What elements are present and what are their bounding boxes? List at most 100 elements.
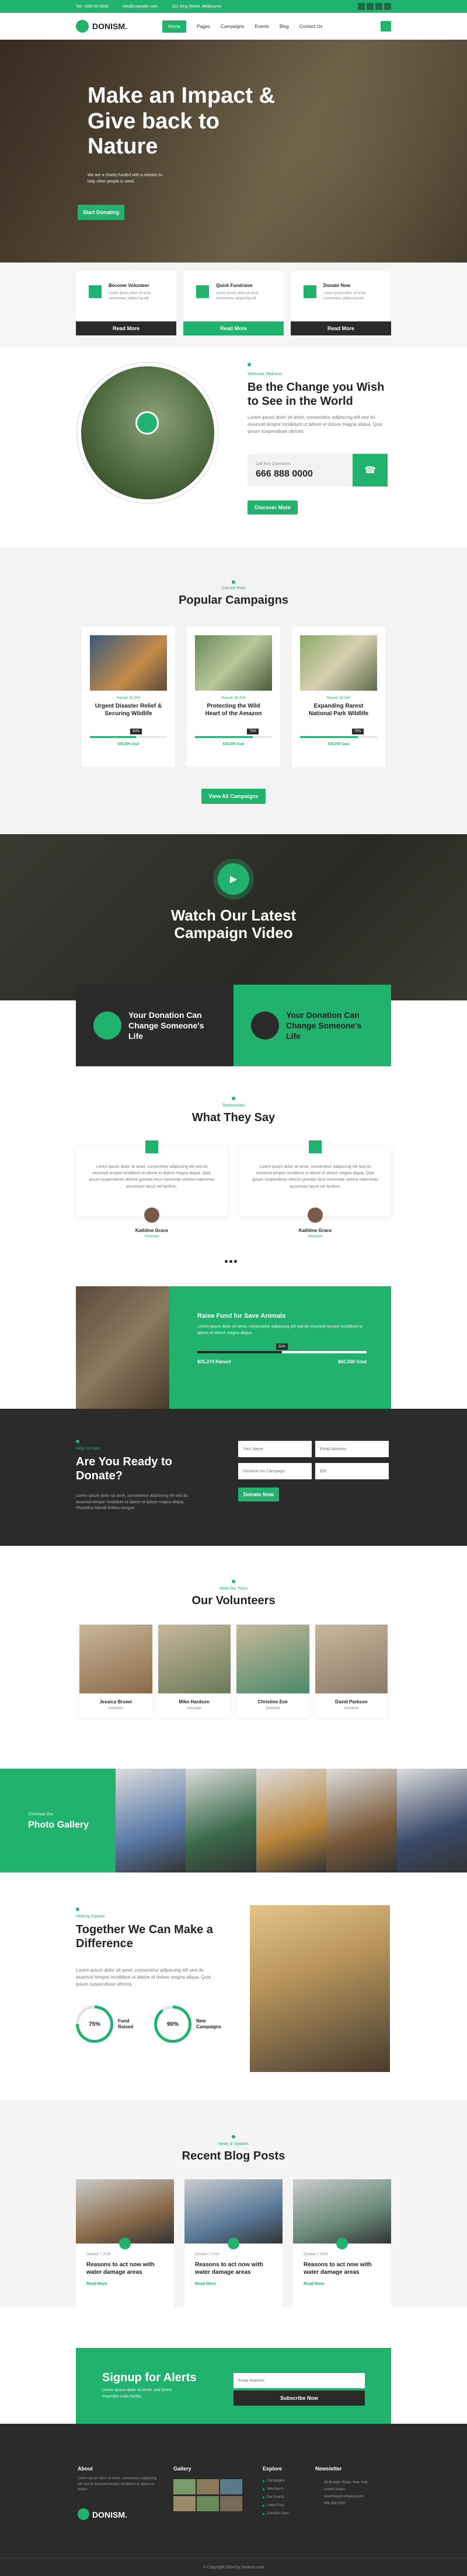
- about-tag: Welcome Wellness: [248, 372, 283, 376]
- read-more-button[interactable]: Read More: [76, 321, 176, 335]
- campaign-badge: 60%: [130, 729, 142, 734]
- campaign-title[interactable]: Urgent Disaster Relief & Securing Wildli…: [95, 702, 162, 726]
- testimonial-role: Volunteer: [144, 1235, 159, 1238]
- section-dot: [76, 1908, 79, 1911]
- avatar: [306, 1206, 325, 1224]
- stat-value: 75%: [79, 2008, 110, 2040]
- footer-explore-title: Explore: [263, 2466, 283, 2472]
- search-icon[interactable]: [381, 21, 391, 32]
- difference-text: Lorem ipsum dolor sit amet, consectetur …: [76, 1968, 211, 1987]
- footer-gallery-thumb[interactable]: [220, 2496, 242, 2511]
- blog-card[interactable]: October 7 2024 Reasons to act now with wa…: [293, 2179, 391, 2308]
- footer-gallery-thumb[interactable]: [173, 2496, 196, 2511]
- footer-explore-link[interactable]: Campaigns: [263, 2479, 321, 2483]
- footer-about-text: Lorem ipsum dolor sit amet, consectetur …: [78, 2477, 157, 2492]
- linkedin-icon[interactable]: [384, 3, 391, 10]
- copyright: © Copyright 2024 by Donism.com: [203, 2566, 264, 2570]
- play-icon[interactable]: ▶: [218, 863, 249, 895]
- gallery-title: Photo Gallery: [28, 1820, 89, 1830]
- nav-item-0[interactable]: Home: [162, 20, 187, 33]
- volunteers-tag: Meet Our Team: [219, 1587, 248, 1591]
- volunteer-card[interactable]: David Parkson Volunteer: [315, 1625, 388, 1718]
- gallery-photo[interactable]: [186, 1769, 256, 1873]
- footer-about-title: About: [78, 2466, 93, 2472]
- nav-item-3[interactable]: Events: [255, 24, 269, 29]
- read-more-button[interactable]: Read More: [291, 321, 391, 335]
- footer-explore-link[interactable]: Our Events: [263, 2496, 321, 2499]
- volunteer-card[interactable]: Jessica Brown Volunteer: [79, 1625, 152, 1718]
- section-dot: [248, 363, 251, 366]
- stat-item: 90% New Campaigns: [154, 1998, 221, 2050]
- blog-post-title[interactable]: Reasons to act now with water damage are…: [304, 2261, 381, 2276]
- feature-title: Donate Now: [323, 283, 351, 288]
- footer-explore-link[interactable]: Volunteers: [263, 2487, 321, 2491]
- campaigns-title: Popular Campaigns: [179, 594, 288, 607]
- footer-gallery-thumb[interactable]: [173, 2479, 196, 2494]
- footer-gallery-thumb[interactable]: [197, 2496, 219, 2511]
- stat-item: 75% Fund Raised: [76, 1998, 141, 2050]
- volunteer-card[interactable]: Mike Hardson Volunteer: [158, 1625, 231, 1718]
- instagram-icon[interactable]: [375, 3, 382, 10]
- nav-item-5[interactable]: Contact Us: [299, 24, 323, 29]
- campaign-raised: Raised: $2,500: [116, 696, 141, 700]
- gallery-photo[interactable]: [116, 1769, 186, 1873]
- campaign-field[interactable]: [238, 1463, 312, 1479]
- footer-explore-link[interactable]: Donation Now: [263, 2512, 321, 2515]
- donation-icon: [251, 1012, 279, 1040]
- start-donating-button[interactable]: Start Donating: [78, 205, 124, 220]
- nav-item-4[interactable]: Blog: [280, 24, 289, 29]
- logo-text[interactable]: DONISM.: [92, 22, 127, 31]
- section-dot: [76, 1440, 79, 1443]
- volunteer-card[interactable]: Christine Eve Volunteer: [236, 1625, 309, 1718]
- share-icon[interactable]: [228, 2238, 239, 2249]
- footer-logo-text[interactable]: DONISM.: [92, 2510, 127, 2519]
- footer-gallery-thumb[interactable]: [220, 2479, 242, 2494]
- blog-card[interactable]: October 7 2024 Reasons to act now with wa…: [184, 2179, 283, 2308]
- signup-email-input[interactable]: [234, 2373, 365, 2388]
- facebook-icon[interactable]: [358, 3, 365, 10]
- footer-gallery-thumb[interactable]: [197, 2479, 219, 2494]
- section-dot: [232, 2135, 235, 2138]
- testimonial-card: Lorem ipsum dolor sit amet, consectetur …: [76, 1140, 228, 1238]
- blog-tag: News & Updates: [218, 2142, 249, 2146]
- blog-post-title[interactable]: Reasons to act now with water damage are…: [195, 2261, 272, 2276]
- campaign-card[interactable]: Raised: $2,500 Protecting the Wild Heart …: [187, 627, 280, 767]
- amount-field[interactable]: [315, 1463, 389, 1479]
- signup-text: Lorem ipsum dolor sit amet, sed lorem im…: [102, 2388, 172, 2399]
- twitter-icon[interactable]: [367, 3, 374, 10]
- fund-text: Lorem ipsum dolor sit amet, consectetur …: [197, 1325, 363, 1335]
- read-more-link[interactable]: Read More: [304, 2282, 381, 2286]
- share-icon[interactable]: [119, 2238, 131, 2249]
- phone-text: Tel: +000 00 0000: [76, 4, 109, 9]
- name-field[interactable]: [238, 1441, 312, 1457]
- blog-post-title[interactable]: Reasons to act now with water damage are…: [86, 2261, 163, 2276]
- testimonial-text: Lorem ipsum dolor sit amet, consectetur …: [89, 1165, 215, 1189]
- donate-now-button[interactable]: Donate Now: [238, 1488, 279, 1502]
- blog-card[interactable]: October 7 2024 Reasons to act now with wa…: [76, 2179, 174, 2308]
- campaign-badge: 75%: [247, 729, 259, 734]
- email-field[interactable]: [315, 1441, 389, 1457]
- bullet-icon: [263, 2488, 264, 2490]
- discover-more-button[interactable]: Discover More: [248, 501, 298, 514]
- gallery-photo[interactable]: [256, 1769, 327, 1873]
- video-card-dark[interactable]: Your Donation Can Change Someone's Life: [76, 985, 234, 1066]
- view-all-campaigns-button[interactable]: View All Campaigns: [201, 789, 266, 804]
- gallery-photo[interactable]: [326, 1769, 397, 1873]
- campaign-title[interactable]: Protecting the Wild Heart of the Amazon: [200, 702, 267, 726]
- gallery-photo[interactable]: [396, 1769, 467, 1873]
- campaign-card[interactable]: Raised: $2,500 Expanding Rarest National …: [292, 627, 385, 767]
- share-icon[interactable]: [336, 2238, 348, 2249]
- difference-title: Together We Can Make a Difference: [76, 1923, 213, 1950]
- phone-icon[interactable]: ☎: [353, 454, 388, 487]
- video-card-green[interactable]: Your Donation Can Change Someone's Life: [234, 985, 391, 1066]
- read-more-link[interactable]: Read More: [86, 2282, 163, 2286]
- campaign-card[interactable]: Raised: $2,500 Urgent Disaster Relief & S…: [82, 627, 175, 767]
- read-more-link[interactable]: Read More: [195, 2282, 272, 2286]
- nav-item-1[interactable]: Pages: [197, 24, 210, 29]
- footer-explore-link[interactable]: Latest Post: [263, 2504, 321, 2507]
- nav-item-2[interactable]: Campaigns: [221, 24, 244, 29]
- slider-dots[interactable]: [225, 1260, 237, 1263]
- read-more-button[interactable]: Read More: [183, 321, 284, 335]
- campaign-title[interactable]: Expanding Rarest National Park Wildlife: [305, 702, 372, 726]
- subscribe-button[interactable]: Subscribe Now: [234, 2390, 365, 2406]
